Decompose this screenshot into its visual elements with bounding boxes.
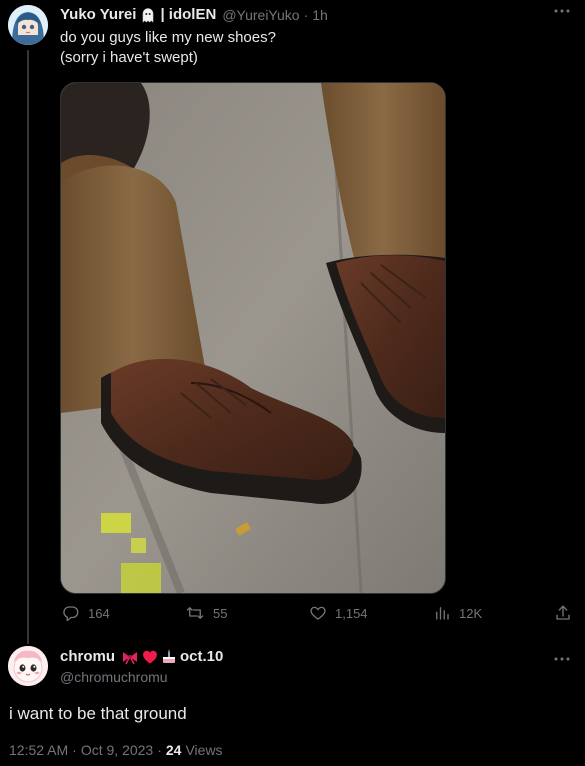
retweet-icon — [186, 607, 204, 619]
share-icon — [556, 605, 570, 620]
ghost-emoji-icon — [143, 7, 154, 23]
display-name-suffix[interactable]: oct.10 — [180, 648, 223, 665]
display-name[interactable]: chromu — [60, 648, 115, 665]
heart-emoji-icon — [143, 650, 157, 663]
shoes-photo — [61, 83, 445, 593]
thread-line — [27, 50, 29, 644]
reply-icon — [63, 606, 79, 622]
handle[interactable]: @chromuchromu — [60, 669, 168, 685]
tweet-text-line: do you guys like my new shoes? — [60, 29, 276, 46]
handle[interactable]: @YureiYuko — [222, 7, 299, 23]
timestamp[interactable]: 1h — [312, 7, 328, 23]
reply-date[interactable]: Oct 9, 2023 — [81, 742, 153, 758]
display-name[interactable]: Yuko Yurei — [60, 6, 136, 23]
avatar[interactable] — [8, 646, 48, 686]
display-name-suffix[interactable]: | idolEN — [160, 6, 216, 23]
like-button[interactable]: 1,154 — [309, 604, 368, 622]
reply-count: 164 — [88, 605, 110, 621]
views-count: 24 — [165, 742, 182, 758]
more-horizontal-icon[interactable] — [553, 2, 571, 25]
separator: · — [303, 6, 309, 23]
retweet-button[interactable]: 55 — [185, 604, 227, 622]
tweet-header: Yuko Yurei | idolEN @YureiYuko · 1h — [60, 6, 328, 23]
views-label: Views — [185, 742, 223, 758]
avatar[interactable] — [8, 5, 48, 45]
views-icon — [436, 607, 449, 620]
reply-header: chromu oct.10 — [60, 648, 223, 665]
tweet-photo[interactable] — [60, 82, 446, 594]
more-horizontal-icon[interactable] — [553, 650, 571, 673]
heart-icon — [310, 606, 326, 620]
cake-emoji-icon — [163, 649, 176, 663]
tweet-text-line: (sorry i have't swept) — [60, 49, 198, 66]
avatar-art-icon — [8, 646, 48, 686]
separator: · — [157, 742, 162, 758]
ribbon-emoji-icon — [123, 651, 138, 664]
like-count: 1,154 — [335, 605, 368, 621]
reply-text: i want to be that ground — [9, 704, 187, 723]
views-count: 12K — [459, 605, 483, 621]
separator: · — [72, 742, 77, 758]
reply-meta: 12:52 AM · Oct 9, 2023 · 24 Views — [9, 742, 223, 758]
tweet-text: do you guys like my new shoes? (sorry i … — [60, 28, 276, 68]
retweet-count: 55 — [213, 605, 228, 621]
avatar-art-icon — [8, 5, 48, 45]
share-button[interactable] — [554, 604, 572, 622]
reply-button[interactable]: 164 — [62, 604, 110, 622]
reply-time[interactable]: 12:52 AM — [9, 742, 68, 758]
views-button[interactable]: 12K — [433, 604, 482, 622]
